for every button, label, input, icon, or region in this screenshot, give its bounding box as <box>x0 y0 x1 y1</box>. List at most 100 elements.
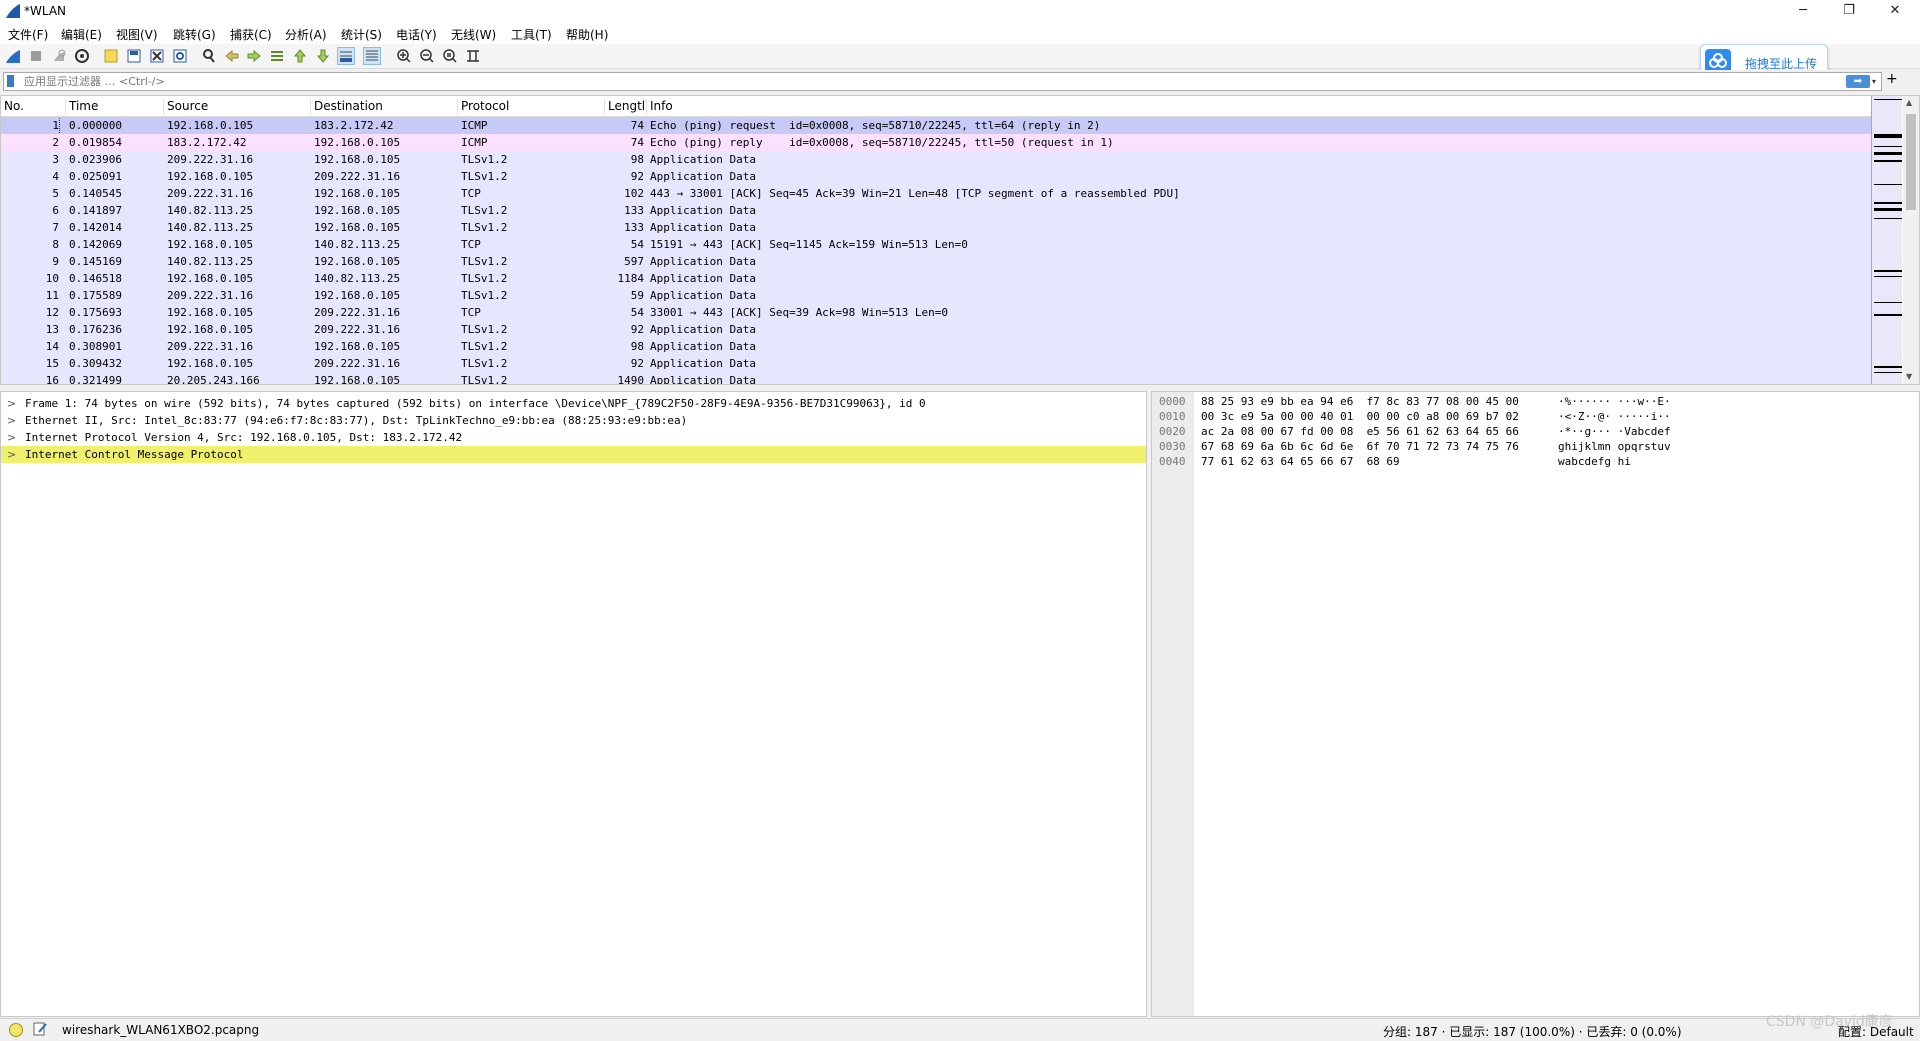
packet-info: Application Data <box>650 357 756 370</box>
stop-capture-icon[interactable] <box>28 48 44 64</box>
zoom-in-icon[interactable] <box>396 48 412 64</box>
capture-options-icon[interactable] <box>74 48 90 64</box>
menu-tools[interactable]: 工具(T) <box>511 26 552 43</box>
save-file-icon[interactable] <box>126 48 142 64</box>
packet-source: 192.168.0.105 <box>167 323 254 336</box>
zoom-out-icon[interactable] <box>419 48 435 64</box>
auto-scroll-icon[interactable] <box>337 47 355 65</box>
bytes-ascii: ghijklmn opqrstuv <box>1558 440 1671 453</box>
packet-stats: 分组: 187 · 已显示: 187 (100.0%) · 已丢弃: 0 (0.… <box>1383 1025 1682 1039</box>
bytes-ascii: ·*··g··· ·Vabcdef <box>1558 425 1671 438</box>
menu-capture[interactable]: 捕获(C) <box>230 26 272 43</box>
packet-length: 54 <box>630 238 644 251</box>
expand-chevron-icon[interactable]: > <box>7 429 16 446</box>
packet-row[interactable]: 3 0.023906 209.222.31.16 192.168.0.105 TLSv1… <box>1 151 1871 168</box>
packet-minimap[interactable] <box>1871 96 1902 384</box>
restore-button[interactable]: ❐ <box>1826 0 1872 22</box>
expand-chevron-icon[interactable]: > <box>7 395 16 412</box>
column-destination[interactable]: Destination <box>310 99 383 115</box>
packet-length: 54 <box>630 306 644 319</box>
menu-file[interactable]: 文件(F) <box>8 26 48 43</box>
expand-chevron-icon[interactable]: > <box>7 412 16 429</box>
reload-file-icon[interactable] <box>172 48 188 64</box>
detail-tree-row[interactable]: > Ethernet II, Src: Intel_8c:83:77 (94:e6… <box>1 412 1146 429</box>
packet-row[interactable]: 13 0.176236 192.168.0.105 209.222.31.16 TLSv… <box>1 321 1871 338</box>
expert-info-led-icon[interactable] <box>9 1023 23 1037</box>
close-file-icon[interactable] <box>149 48 165 64</box>
bytes-offset-gutter <box>1152 392 1194 1016</box>
go-to-packet-icon[interactable] <box>269 48 285 64</box>
packet-row[interactable]: 4 0.025091 192.168.0.105 209.222.31.16 TLSv1… <box>1 168 1871 185</box>
column-no[interactable]: No. <box>1 99 24 115</box>
packet-row[interactable]: 14 0.308901 209.222.31.16 192.168.0.105 TLSv… <box>1 338 1871 355</box>
packet-list-scrollbar[interactable]: ▲ ▼ <box>1903 96 1919 384</box>
filter-bookmark-icon[interactable] <box>7 75 14 87</box>
packet-row[interactable]: 2 0.019854 183.2.172.42 192.168.0.105 ICMP 74… <box>1 134 1871 151</box>
filter-history-chevron-icon[interactable]: ▾ <box>1872 75 1882 88</box>
packet-row[interactable]: 6 0.141897 140.82.113.25 192.168.0.105 TLSv1… <box>1 202 1871 219</box>
menu-go[interactable]: 跳转(G) <box>173 26 216 43</box>
menu-help[interactable]: 帮助(H) <box>566 26 608 43</box>
packet-source: 20.205.243.166 <box>167 374 260 384</box>
apply-filter-arrow-icon[interactable]: ➡ <box>1846 75 1870 88</box>
packet-row[interactable]: 10 0.146518 192.168.0.105 140.82.113.25 TLSv… <box>1 270 1871 287</box>
packet-no: 2 <box>52 136 59 149</box>
menu-edit[interactable]: 编辑(E) <box>61 26 102 43</box>
packet-row[interactable]: 12 0.175693 192.168.0.105 209.222.31.16 TCP 5… <box>1 304 1871 321</box>
detail-text: Ethernet II, Src: Intel_8c:83:77 (94:e6:… <box>25 414 688 427</box>
packet-row[interactable]: 1 0.000000 192.168.0.105 183.2.172.42 ICMP 74… <box>1 117 1871 135</box>
open-file-icon[interactable] <box>103 48 119 64</box>
packet-row[interactable]: 9 0.145169 140.82.113.25 192.168.0.105 TLSv1… <box>1 253 1871 270</box>
packet-info: Application Data <box>650 374 756 384</box>
go-back-icon[interactable] <box>224 48 240 64</box>
packet-destination: 192.168.0.105 <box>314 289 401 302</box>
detail-tree-row[interactable]: > Frame 1: 74 bytes on wire (592 bits), 7… <box>1 395 1146 412</box>
find-packet-icon[interactable] <box>201 48 217 64</box>
packet-time: 0.175589 <box>69 289 122 302</box>
display-filter-field[interactable]: ➡ ▾ <box>3 72 1882 91</box>
column-info[interactable]: Info <box>646 99 673 115</box>
resize-columns-icon[interactable] <box>465 48 481 64</box>
colorize-icon[interactable] <box>363 47 381 65</box>
menu-statistics[interactable]: 统计(S) <box>341 26 382 43</box>
detail-tree-row[interactable]: > Internet Protocol Version 4, Src: 192.1… <box>1 429 1146 446</box>
packet-time: 0.309432 <box>69 357 122 370</box>
packet-row[interactable]: 7 0.142014 140.82.113.25 192.168.0.105 TLSv1… <box>1 219 1871 236</box>
packet-row[interactable]: 8 0.142069 192.168.0.105 140.82.113.25 TCP 54… <box>1 236 1871 253</box>
detail-tree-row[interactable]: > Internet Control Message Protocol <box>1 446 1146 463</box>
packet-info: Application Data <box>650 340 756 353</box>
menu-analyze[interactable]: 分析(A) <box>285 26 327 43</box>
scrollbar-thumb[interactable] <box>1906 114 1916 210</box>
scroll-up-icon[interactable]: ▲ <box>1906 98 1912 107</box>
go-forward-icon[interactable] <box>246 48 262 64</box>
last-packet-icon[interactable] <box>315 48 331 64</box>
packet-time: 0.142069 <box>69 238 122 251</box>
start-capture-icon[interactable] <box>5 48 21 64</box>
minimize-button[interactable]: ─ <box>1780 0 1826 22</box>
packet-source: 140.82.113.25 <box>167 221 254 234</box>
zoom-normal-icon[interactable] <box>442 48 458 64</box>
column-length[interactable]: Lengtl <box>604 99 645 115</box>
column-source[interactable]: Source <box>163 99 208 115</box>
scroll-down-icon[interactable]: ▼ <box>1906 372 1912 381</box>
display-filter-input[interactable] <box>24 73 1824 90</box>
packet-protocol: TLSv1.2 <box>461 374 508 384</box>
first-packet-icon[interactable] <box>292 48 308 64</box>
packet-no: 5 <box>52 187 59 200</box>
menu-wireless[interactable]: 无线(W) <box>451 26 496 43</box>
packet-row[interactable]: 5 0.140545 209.222.31.16 192.168.0.105 TCP 10… <box>1 185 1871 202</box>
column-time[interactable]: Time <box>65 99 98 115</box>
close-button[interactable]: ✕ <box>1872 0 1918 22</box>
restart-capture-icon[interactable] <box>51 48 67 64</box>
column-protocol[interactable]: Protocol <box>457 99 509 115</box>
wireshark-fin-icon <box>6 4 20 18</box>
add-filter-button-icon[interactable]: + <box>1886 71 1898 87</box>
detail-text: Internet Protocol Version 4, Src: 192.16… <box>25 431 463 444</box>
menu-telephony[interactable]: 电话(Y) <box>396 26 437 43</box>
capture-comment-pencil-icon[interactable] <box>33 1022 47 1036</box>
expand-chevron-icon[interactable]: > <box>7 446 16 463</box>
menu-view[interactable]: 视图(V) <box>116 26 158 43</box>
packet-row[interactable]: 15 0.309432 192.168.0.105 209.222.31.16 TLSv… <box>1 355 1871 372</box>
packet-row[interactable]: 16 0.321499 20.205.243.166 192.168.0.105 TLS… <box>1 372 1871 384</box>
packet-row[interactable]: 11 0.175589 209.222.31.16 192.168.0.105 TLSv… <box>1 287 1871 304</box>
